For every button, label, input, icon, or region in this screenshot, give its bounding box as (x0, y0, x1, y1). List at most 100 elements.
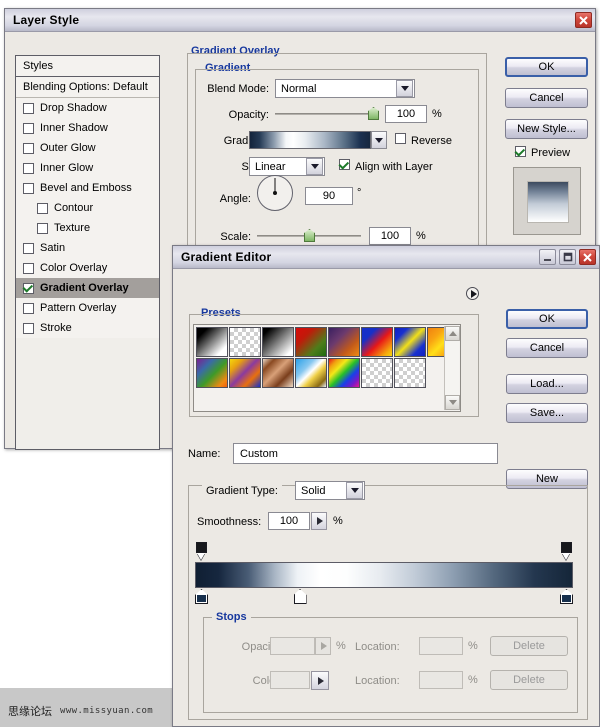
delete-color-stop-button[interactable]: Delete (490, 670, 568, 690)
angle-dial[interactable] (257, 175, 293, 211)
opacity-slider-thumb[interactable] (368, 107, 379, 120)
chevron-down-icon[interactable] (396, 80, 413, 97)
gradient-type-select[interactable]: Solid (295, 481, 365, 500)
scroll-down-icon[interactable] (445, 395, 460, 410)
preset-swatch-black-white[interactable] (262, 327, 294, 357)
gradient-editor-ok-button[interactable]: OK (506, 309, 588, 329)
style-item-checkbox[interactable] (37, 222, 48, 234)
opacity-stop-right[interactable] (560, 542, 573, 560)
align-with-layer-checkbox[interactable] (339, 159, 350, 170)
blend-mode-value: Normal (281, 82, 317, 95)
gradient-name-input[interactable]: Custom (233, 443, 498, 464)
smoothness-input[interactable]: 100 (268, 512, 310, 530)
style-item-checkbox[interactable] (23, 322, 34, 334)
stop-location-input-2[interactable] (419, 671, 463, 689)
reverse-checkbox[interactable] (395, 133, 406, 144)
style-item-checkbox[interactable] (23, 262, 34, 274)
preset-swatch-copper[interactable] (262, 358, 294, 388)
style-item-checkbox[interactable] (23, 302, 34, 314)
gradient-strip[interactable] (195, 562, 573, 588)
scroll-up-icon[interactable] (445, 326, 460, 341)
preset-swatch-foreground-to-background[interactable] (196, 327, 228, 357)
gradient-editor-cancel-button[interactable]: Cancel (506, 338, 588, 358)
stop-opacity-input[interactable] (270, 637, 315, 655)
close-icon[interactable] (579, 249, 596, 265)
style-item-checkbox[interactable] (37, 202, 48, 214)
minimize-icon[interactable] (539, 249, 556, 265)
style-item-checkbox[interactable] (23, 182, 34, 194)
presets-swatch-grid (196, 327, 459, 388)
layer-style-titlebar[interactable]: Layer Style (5, 9, 595, 32)
style-item-outer-glow[interactable]: Outer Glow (16, 138, 159, 158)
preset-swatch-chrome[interactable] (295, 358, 327, 388)
presets-scrollbar[interactable] (444, 326, 460, 410)
preset-swatch-transparent-stripes[interactable] (394, 358, 426, 388)
style-item-contour[interactable]: Contour (16, 198, 159, 218)
scale-slider-thumb[interactable] (304, 229, 315, 242)
stop-location-input-1[interactable] (419, 637, 463, 655)
style-item-drop-shadow[interactable]: Drop Shadow (16, 98, 159, 118)
layer-style-ok-button[interactable]: OK (505, 57, 588, 77)
style-item-checkbox[interactable] (23, 142, 34, 154)
stop-color-dropdown-button[interactable] (311, 671, 329, 690)
maximize-icon[interactable] (559, 249, 576, 265)
preset-swatch-foreground-to-transparent[interactable] (229, 327, 261, 357)
opacity-input[interactable]: 100 (385, 105, 427, 123)
angle-input[interactable]: 90 (305, 187, 353, 205)
preset-swatch-violet-green-orange[interactable] (196, 358, 228, 388)
style-item-stroke[interactable]: Stroke (16, 318, 159, 338)
style-item-checkbox[interactable] (23, 102, 34, 114)
style-item-checkbox[interactable] (23, 242, 34, 254)
save-button[interactable]: Save... (506, 403, 588, 423)
gradient-editor-titlebar[interactable]: Gradient Editor (173, 246, 599, 269)
preset-swatch-blue-yellow-blue[interactable] (394, 327, 426, 357)
smoothness-stepper-button[interactable] (311, 512, 327, 530)
style-item-color-overlay[interactable]: Color Overlay (16, 258, 159, 278)
style-item-pattern-overlay[interactable]: Pattern Overlay (16, 298, 159, 318)
load-button[interactable]: Load... (506, 374, 588, 394)
gradient-editor-title: Gradient Editor (181, 250, 272, 264)
preset-swatch-transparent-rainbow[interactable] (361, 358, 393, 388)
blending-options-row[interactable]: Blending Options: Default (16, 77, 159, 98)
delete-opacity-stop-button[interactable]: Delete (490, 636, 568, 656)
blend-mode-select[interactable]: Normal (275, 79, 415, 98)
stop-opacity-stepper-button[interactable] (315, 637, 331, 655)
opacity-slider[interactable] (275, 107, 379, 121)
gradient-picker-dropdown-button[interactable] (371, 131, 387, 149)
style-item-texture[interactable]: Texture (16, 218, 159, 238)
scale-slider[interactable] (257, 229, 361, 243)
style-select[interactable]: Linear (249, 157, 325, 176)
angle-unit: ° (357, 187, 362, 199)
style-item-checkbox[interactable] (23, 282, 34, 294)
stop-color-swatch[interactable] (270, 671, 310, 689)
preview-checkbox[interactable] (515, 146, 526, 157)
style-item-gradient-overlay[interactable]: Gradient Overlay (16, 278, 159, 298)
preset-swatch-spectrum[interactable] (328, 358, 360, 388)
chevron-down-icon[interactable] (346, 482, 363, 499)
color-stop-dark-left[interactable] (195, 589, 208, 604)
chevron-down-icon[interactable] (306, 158, 323, 175)
preset-swatch-yellow-violet-orange-blue[interactable] (229, 358, 261, 388)
style-item-bevel-and-emboss[interactable]: Bevel and Emboss (16, 178, 159, 198)
scale-input[interactable]: 100 (369, 227, 411, 245)
style-value: Linear (255, 160, 286, 173)
preset-swatch-blue-red-yellow[interactable] (361, 327, 393, 357)
style-item-checkbox[interactable] (23, 122, 34, 134)
style-item-checkbox[interactable] (23, 162, 34, 174)
stop-location-unit-1: % (468, 640, 478, 652)
color-stop-white-mid[interactable] (293, 589, 307, 604)
angle-dial-hub (273, 191, 277, 195)
opacity-stop-left[interactable] (195, 542, 208, 560)
style-item-inner-glow[interactable]: Inner Glow (16, 158, 159, 178)
preset-swatch-violet-orange[interactable] (328, 327, 360, 357)
preset-swatch-red-green[interactable] (295, 327, 327, 357)
layer-style-cancel-button[interactable]: Cancel (505, 88, 588, 108)
stop-opacity-unit: % (336, 640, 346, 652)
style-item-inner-shadow[interactable]: Inner Shadow (16, 118, 159, 138)
gradient-preview-swatch[interactable] (249, 131, 371, 149)
presets-options-menu-button[interactable] (466, 287, 479, 300)
close-icon[interactable] (575, 12, 592, 28)
color-stop-dark-right[interactable] (560, 589, 573, 604)
new-style-button[interactable]: New Style... (505, 119, 588, 139)
style-item-satin[interactable]: Satin (16, 238, 159, 258)
